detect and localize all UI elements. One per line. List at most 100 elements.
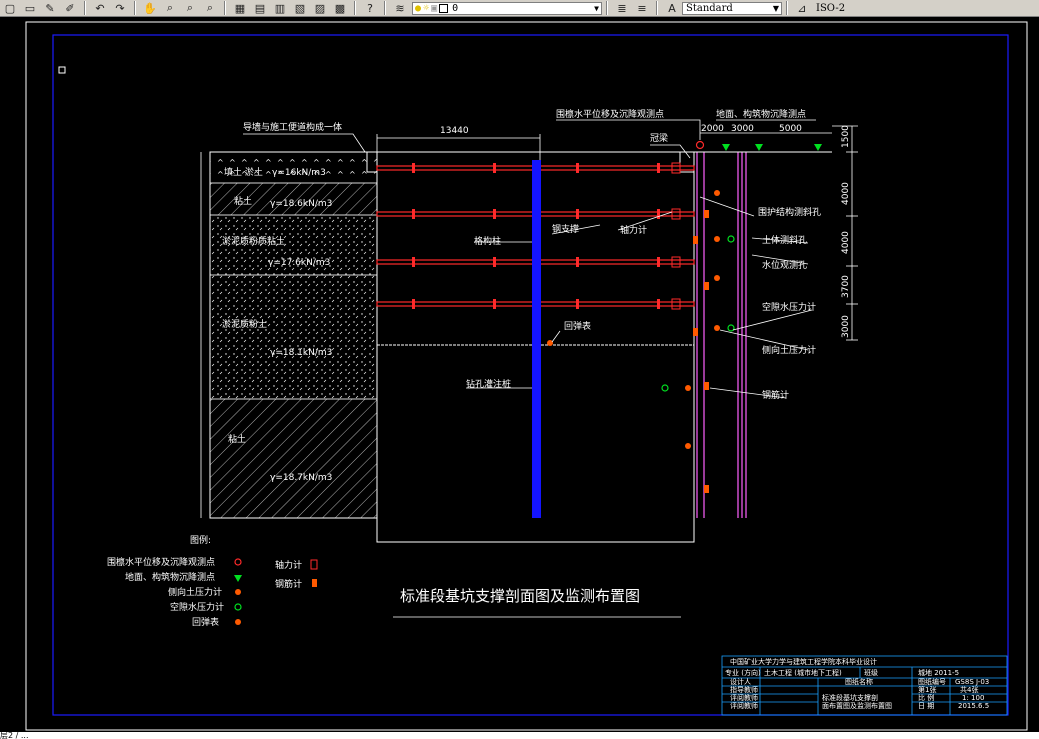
separator [384, 1, 386, 15]
legend: 图例: 围檩水平位移及沉降观测点 地面、构筑物沉降测点 侧向土压力计 空隙水压力… [107, 534, 318, 628]
new-icon[interactable]: ▢ [2, 1, 18, 15]
help-icon[interactable]: ? [362, 1, 378, 15]
soil-label-1: 填土 淤土 [224, 166, 263, 178]
tb-drawing-name-value-1: 标准段基坑支撑剖 [822, 693, 878, 702]
legend-item-2: 地面、构筑物沉降测点 [125, 571, 215, 583]
brush-icon[interactable]: ✐ [62, 1, 78, 15]
soil-label-4: 淤泥质粉土 [222, 318, 267, 330]
label-pore-pressure: 空隙水压力计 [762, 301, 816, 313]
layer-states-icon[interactable]: ≡ [634, 1, 650, 15]
command-line[interactable]: 层2 / ... [0, 732, 1039, 739]
legend-marker-2 [234, 575, 242, 582]
dim-style-icon[interactable]: ⊿ [794, 1, 810, 15]
legend-rebar: 钢筋计 [275, 578, 302, 590]
text-style-dropdown[interactable]: Standard ▼ [682, 1, 782, 15]
sheet-border [25, 21, 1028, 731]
tb-major-label: 专业 (方向) [725, 668, 761, 677]
tb-designer-label: 设计人 [730, 677, 751, 686]
dim-style-value[interactable]: ISO-2 [816, 3, 845, 14]
soil-gamma-1: γ=16kN/m3 [272, 168, 326, 178]
tb-header: 中国矿业大学力学与建筑工程学院本科毕业设计 [730, 657, 877, 666]
legend-item-1: 围檩水平位移及沉降观测点 [107, 556, 215, 568]
vdim-4000-b: 4000 [841, 231, 851, 254]
label-ground-settlement: 地面、构筑物沉降测点 [716, 108, 806, 120]
soil-gamma-5: γ=18.7kN/m3 [270, 473, 332, 483]
separator [656, 1, 658, 15]
redo-icon[interactable]: ↷ [112, 1, 128, 15]
text-style-value: Standard [686, 2, 733, 14]
vdim-3700: 3700 [841, 275, 851, 298]
legend-marker-5 [235, 619, 241, 625]
label-lattice-column: 格构柱 [474, 235, 501, 247]
monitoring-points [547, 140, 822, 493]
markup-icon[interactable]: ▨ [312, 1, 328, 15]
zoom-window-icon[interactable]: ⌕ [182, 1, 198, 15]
soil-label-3: 淤泥质粉质粘土 [222, 235, 285, 247]
tb-class-label: 班级 [864, 668, 878, 677]
dim-5000: 5000 [779, 124, 802, 134]
separator [354, 1, 356, 15]
vdim-1500: 1500 [841, 125, 851, 148]
tb-page-label: 第1张 [918, 685, 936, 694]
tb-date-label: 日 期 [918, 702, 934, 710]
tb-drawing-name-label: 图纸名称 [845, 677, 873, 686]
calculator-icon[interactable]: ▩ [332, 1, 348, 15]
toolbar: ▢ ▭ ✎ ✐ ↶ ↷ ✋ ⌕ ⌕ ⌕ ▦ ▤ ▥ ▧ ▨ ▩ ? ≋ ● ☼ … [0, 0, 1039, 17]
layer-previous-icon[interactable]: ≣ [614, 1, 630, 15]
sun-icon: ☼ [423, 2, 430, 14]
separator [84, 1, 86, 15]
text-style-icon[interactable]: A [664, 1, 680, 15]
label-ring-beam-points: 围檩水平位移及沉降观测点 [556, 108, 664, 120]
tb-total-label: 共4张 [960, 685, 978, 694]
legend-title: 图例: [190, 534, 211, 546]
sheet-set-icon[interactable]: ▧ [292, 1, 308, 15]
color-swatch-icon [439, 3, 449, 13]
pan-icon[interactable]: ✋ [142, 1, 158, 15]
zoom-previous-icon[interactable]: ⌕ [202, 1, 218, 15]
tb-major-value: 土木工程 (城市地下工程) [764, 668, 842, 677]
lattice-column [532, 160, 541, 518]
undo-icon[interactable]: ↶ [92, 1, 108, 15]
label-water-level: 水位观测孔 [762, 259, 807, 271]
label-steel-strut: 钢支撑 [552, 223, 579, 235]
label-earth-pressure: 侧向土压力计 [762, 344, 816, 356]
tb-drawing-no-value: GS8S J-03 [955, 678, 989, 686]
design-center-icon[interactable]: ▤ [252, 1, 268, 15]
label-ring-beam: 冠梁 [650, 132, 668, 144]
excavation-section [366, 151, 695, 543]
label-axial-gauge: 轴力计 [620, 224, 647, 236]
lock-icon: ▣ [431, 2, 438, 14]
soil-gamma-4: γ=18.1kN/m3 [270, 348, 332, 358]
soil-label-5: 粘土 [228, 433, 246, 445]
label-wall-incline: 围护结构测斜孔 [758, 206, 821, 218]
drawing-canvas[interactable]: ^ 填土 淤土 γ=16kN/m3 粘土 γ=18.6kN/m3 淤泥质粉质粘土… [0, 16, 1039, 732]
tb-reviewer1-label: 评阅教师 [730, 693, 758, 702]
properties-icon[interactable]: ▦ [232, 1, 248, 15]
pen-icon[interactable]: ✎ [42, 1, 58, 15]
tb-class-value: 城地 2011-5 [918, 668, 959, 677]
layer-dropdown[interactable]: ● ☼ ▣ 0 ▼ [412, 1, 602, 15]
legend-rebar-marker [312, 579, 317, 587]
label-rebound-gauge: 回弹表 [564, 320, 591, 332]
ucs-marker [58, 66, 66, 74]
legend-marker-1 [234, 558, 242, 566]
layer-manager-icon[interactable]: ≋ [392, 1, 408, 15]
dim-13440: 13440 [440, 126, 469, 136]
label-rebar-gauge: 钢筋计 [762, 389, 789, 401]
legend-axial-marker [310, 559, 318, 570]
separator [606, 1, 608, 15]
open-icon[interactable]: ▭ [22, 1, 38, 15]
legend-marker-3 [235, 589, 241, 595]
lightbulb-icon: ● [415, 2, 422, 14]
zoom-realtime-icon[interactable]: ⌕ [162, 1, 178, 15]
tb-date-value: 2015.6.5 [958, 702, 989, 710]
separator [224, 1, 226, 15]
legend-axial: 轴力计 [275, 559, 302, 571]
tool-palette-icon[interactable]: ▥ [272, 1, 288, 15]
cad-drawing: ^ 填土 淤土 γ=16kN/m3 粘土 γ=18.6kN/m3 淤泥质粉质粘土… [25, 21, 1028, 731]
chevron-down-icon: ▼ [772, 3, 779, 13]
drawing-title: 标准段基坑支撑剖面图及监测布置图 [400, 587, 640, 605]
legend-item-4: 空隙水压力计 [170, 601, 224, 613]
label-soil-incline: 土体测斜孔 [762, 234, 807, 246]
separator [786, 1, 788, 15]
